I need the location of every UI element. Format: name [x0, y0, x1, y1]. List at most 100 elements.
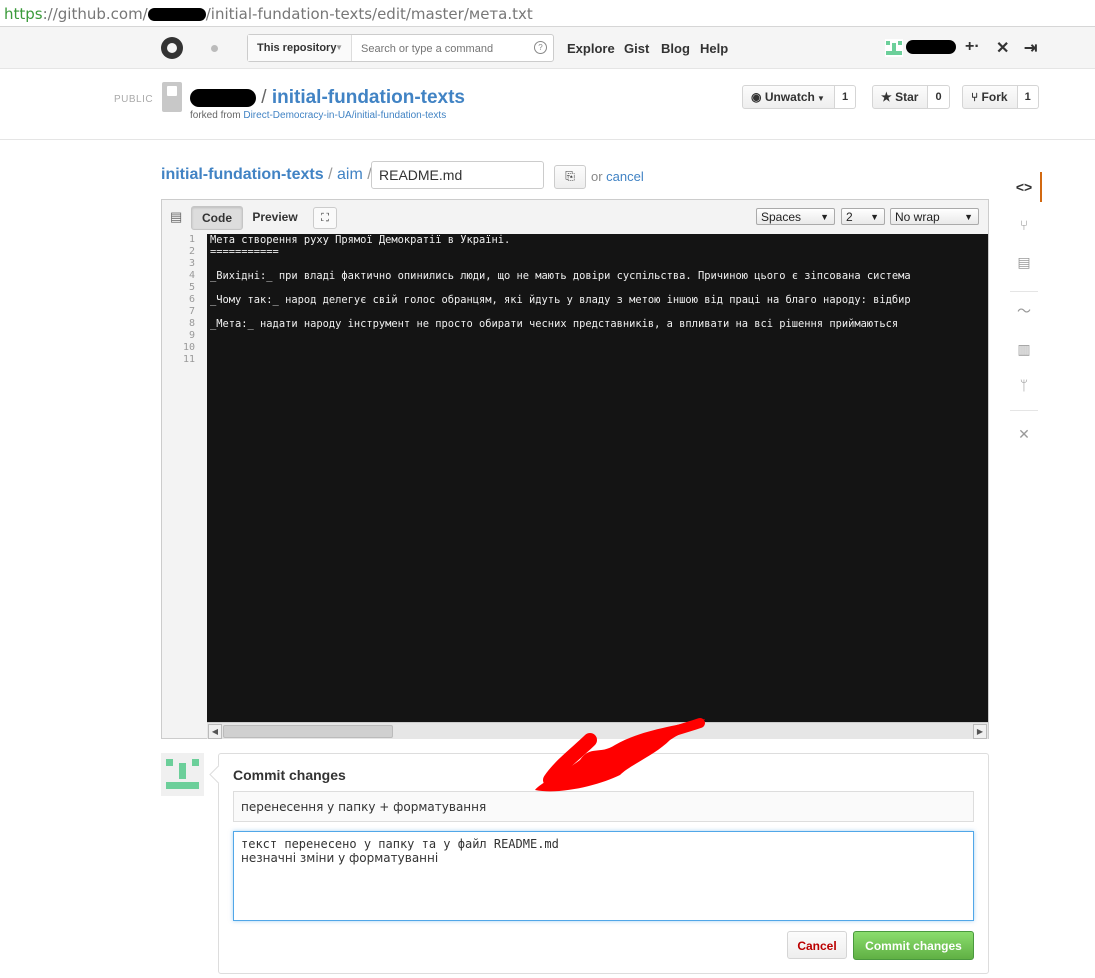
search-scope[interactable]: This repository ▼ — [248, 35, 352, 61]
url-text[interactable]: https://github.com/ /initial-fundation-te… — [4, 5, 533, 23]
filename-input[interactable] — [371, 161, 544, 189]
fork-icon: ⑂ — [971, 90, 982, 104]
repo-name-link[interactable]: initial-fundation-texts — [272, 87, 465, 108]
url-scheme: https — [4, 5, 43, 23]
pulse-icon[interactable]: 〜 — [1008, 296, 1040, 326]
indent-size-value: 2 — [846, 210, 853, 224]
watchers-count[interactable]: 1 — [834, 85, 857, 109]
commit-changes-button[interactable]: Commit changes — [853, 931, 974, 960]
line-number: 3 — [188, 258, 195, 269]
star-label: Star — [895, 90, 919, 104]
nav-explore[interactable]: Explore — [567, 41, 615, 56]
code-line: _Вихідні:_ при владі фактично опинились … — [210, 270, 911, 282]
network-icon[interactable]: ᛘ — [1008, 370, 1040, 400]
line-number: 4 — [188, 270, 195, 281]
sidebar-divider — [1010, 410, 1038, 411]
search-scope-label: This repository — [257, 42, 337, 54]
wrap-mode-select[interactable]: No wrap ▼ — [890, 208, 979, 225]
scroll-right-icon[interactable]: ▶ — [973, 724, 987, 739]
settings-icon[interactable]: ✕ — [1008, 419, 1040, 449]
description-line: текст перенесено у папку та у файл READM… — [241, 837, 559, 851]
star-button[interactable]: ★ Star — [872, 85, 929, 109]
chevron-down-icon: ▼ — [335, 43, 343, 52]
wrap-mode-value: No wrap — [895, 210, 940, 224]
code-area[interactable]: Мета створення руху Прямої Демократії в … — [207, 234, 988, 722]
repo-header: PUBLIC / initial-fundation-texts forked … — [0, 69, 1095, 140]
github-logo-icon[interactable] — [161, 37, 183, 59]
sign-out-icon[interactable]: ⇥ — [1024, 38, 1037, 58]
nav-blog[interactable]: Blog — [661, 41, 690, 56]
line-number: 5 — [188, 282, 195, 293]
url-host: ://github.com/ — [42, 5, 148, 23]
clipboard-icon[interactable]: ⎘ — [554, 165, 586, 189]
user-avatar[interactable] — [885, 39, 903, 57]
code-icon[interactable]: <> — [1008, 172, 1042, 202]
scroll-left-icon[interactable]: ◀ — [208, 724, 222, 739]
wiki-icon[interactable]: ▤ — [1008, 247, 1040, 277]
forks-count[interactable]: 1 — [1017, 85, 1039, 109]
indent-mode-select[interactable]: Spaces ▼ — [756, 208, 835, 225]
visibility-label: PUBLIC — [114, 94, 154, 105]
file-text-icon: ▤ — [170, 209, 183, 224]
fork-source-link[interactable]: Direct-Democracy-in-UA/initial-fundation… — [243, 110, 446, 121]
breadcrumb-repo-link[interactable]: initial-fundation-texts — [161, 166, 324, 183]
file-editor: ▤ Code Preview ⛶ Spaces ▼ 2 ▼ No wrap ▼ 1 2… — [161, 199, 989, 739]
cancel-button[interactable]: Cancel — [787, 931, 847, 959]
pull-request-icon[interactable]: ⑂ — [1008, 210, 1040, 240]
redacted-owner[interactable] — [190, 88, 256, 107]
or-cancel: or cancel — [591, 169, 644, 184]
indent-mode-value: Spaces — [761, 210, 802, 224]
star-group: ★ Star 0 — [872, 85, 950, 109]
tab-preview[interactable]: Preview — [245, 206, 305, 228]
breadcrumb-dir-link[interactable]: aim — [337, 166, 363, 183]
nav-gist[interactable]: Gist — [624, 41, 649, 56]
graphs-icon[interactable]: ▥ — [1008, 334, 1040, 364]
line-number: 10 — [182, 342, 195, 353]
chevron-down-icon: ▼ — [870, 212, 879, 222]
notification-dot-icon[interactable] — [211, 45, 218, 52]
unwatch-label: Unwatch — [764, 90, 815, 104]
code-line: _Чому так:_ народ делегує свій голос обр… — [210, 294, 911, 306]
settings-tools-icon[interactable]: ✕ — [996, 38, 1009, 58]
red-scribble-redaction — [535, 718, 705, 792]
sidebar-divider — [1010, 291, 1038, 292]
commit-title: Commit changes — [233, 767, 346, 783]
stars-count[interactable]: 0 — [928, 85, 950, 109]
search-box[interactable]: This repository▼ ? — [247, 34, 554, 62]
forked-prefix: forked from — [190, 110, 244, 121]
indent-size-select[interactable]: 2 ▼ — [841, 208, 885, 225]
redacted-username — [906, 40, 956, 54]
tab-code[interactable]: Code — [191, 206, 243, 230]
browser-url-bar[interactable]: https://github.com/ /initial-fundation-te… — [0, 0, 1095, 27]
title-separator: / — [261, 87, 267, 108]
search-input[interactable] — [359, 39, 528, 59]
line-number: 8 — [188, 318, 195, 329]
line-number: 1 — [188, 234, 195, 245]
chevron-down-icon: ▼ — [964, 212, 973, 222]
line-number: 2 — [188, 246, 195, 257]
chevron-down-icon: ▼ — [820, 212, 829, 222]
unwatch-button[interactable]: ◉ Unwatch ▼ — [742, 85, 835, 109]
scrollbar-thumb[interactable] — [223, 725, 393, 738]
breadcrumb: initial-fundation-texts / aim / — [161, 166, 372, 184]
repo-title: / initial-fundation-texts — [190, 87, 465, 109]
fork-button[interactable]: ⑂ Fork — [962, 85, 1018, 109]
code-line: =========== — [210, 246, 279, 258]
redacted-username — [147, 8, 206, 21]
nav-help[interactable]: Help — [700, 41, 728, 56]
chevron-down-icon: ▼ — [814, 94, 825, 103]
fullscreen-icon[interactable]: ⛶ — [313, 207, 337, 229]
search-help-icon[interactable]: ? — [534, 41, 547, 54]
cancel-link[interactable]: cancel — [606, 169, 644, 184]
create-new-icon[interactable]: +· — [965, 38, 980, 56]
fork-group: ⑂ Fork 1 — [962, 85, 1039, 109]
code-line: Мета створення руху Прямої Демократії в … — [210, 234, 511, 246]
unwatch-group: ◉ Unwatch ▼ 1 — [742, 85, 857, 109]
commit-description-textarea[interactable]: текст перенесено у папку та у файл READM… — [233, 831, 974, 921]
site-header: This repository▼ ? Explore Gist Blog Hel… — [0, 27, 1095, 69]
forked-from: forked from Direct-Democracy-in-UA/initi… — [190, 110, 446, 121]
